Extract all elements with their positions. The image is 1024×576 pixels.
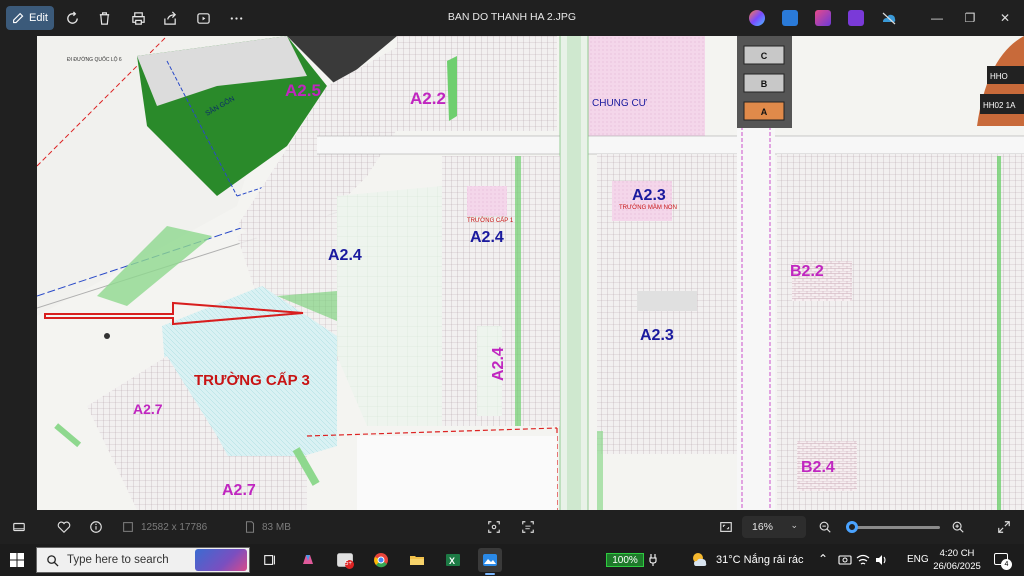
edit-label: Edit — [29, 12, 48, 24]
high-school-label: TRƯỜNG CẤP 3 — [194, 371, 310, 389]
clock[interactable]: 4:20 CH 26/06/2025 — [932, 547, 982, 573]
zone-a23-mid: A2.3 — [640, 327, 674, 344]
visual-search-icon[interactable] — [486, 519, 502, 535]
windows-start-icon[interactable] — [10, 553, 24, 567]
map-image: SÂN GÔN ĐI ĐƯỜNG QUỐC LỘ 6 C B A HH02 1A… — [37, 36, 1024, 510]
weather-text[interactable]: 31°C Nắng rải rác — [716, 554, 804, 566]
active-indicator — [485, 573, 495, 575]
zoom-slider-thumb[interactable] — [845, 521, 858, 533]
rotate-icon[interactable] — [63, 9, 81, 27]
slideshow-icon[interactable] — [194, 9, 212, 27]
file-explorer-icon[interactable] — [405, 548, 429, 572]
chevron-down-icon: ⌄ — [790, 520, 798, 530]
print-icon[interactable] — [129, 9, 147, 27]
favorite-icon[interactable] — [56, 519, 72, 535]
block-a-label: A — [761, 107, 768, 117]
copilot-icon[interactable] — [749, 10, 765, 26]
weather-icon[interactable] — [690, 550, 710, 570]
designer-icon[interactable] — [782, 10, 798, 26]
zone-a23-top: A2.3 — [632, 187, 666, 204]
photos-app-window: Edit BAN DO THANH HA 2.JPG — ❐ ✕ SÂN GÔN… — [0, 0, 1024, 544]
svg-text:X: X — [449, 556, 455, 566]
task-view-icon[interactable] — [258, 548, 282, 572]
chrome-icon[interactable] — [369, 548, 393, 572]
clock-date: 26/06/2025 — [933, 561, 981, 572]
minimize-icon[interactable]: — — [929, 10, 945, 26]
fullscreen-icon[interactable] — [996, 519, 1012, 535]
info-bar: 12582 x 17786 83 MB 16% ⌄ — [0, 510, 1024, 544]
language-indicator[interactable]: ENG — [907, 554, 929, 565]
file-title: BAN DO THANH HA 2.JPG — [447, 11, 577, 23]
notification-count: 4 — [1001, 559, 1012, 570]
onedrive-icon[interactable] — [881, 10, 897, 26]
dimensions-icon — [120, 519, 136, 535]
taskbar: Type here to search 5+ X 100% 31°C Nắng … — [0, 544, 1024, 576]
network-icon[interactable] — [856, 553, 870, 567]
apartment-label: CHUNG CƯ — [592, 98, 648, 109]
volume-icon[interactable] — [874, 553, 888, 567]
kindergarten-label: TRƯỜNG MẦM NON — [619, 204, 677, 211]
hh02-label: HH02 1A — [983, 101, 1016, 110]
close-icon[interactable]: ✕ — [997, 10, 1013, 26]
delete-icon[interactable] — [95, 9, 113, 27]
maximize-icon[interactable]: ❐ — [962, 10, 978, 26]
zone-b22: B2.2 — [790, 263, 824, 280]
zoom-value: 16% — [752, 521, 774, 533]
charging-icon — [648, 553, 658, 567]
clipchamp-icon[interactable] — [815, 10, 831, 26]
taskbar-search-box[interactable]: Type here to search — [36, 547, 250, 573]
zone-a25: A2.5 — [285, 81, 321, 100]
zone-a24-mid: A2.4 — [470, 229, 504, 246]
zoom-dropdown[interactable]: 16% ⌄ — [742, 516, 806, 538]
chevron-up-icon[interactable]: ⌃ — [818, 552, 828, 566]
fit-to-window-icon[interactable] — [718, 519, 734, 535]
search-highlight-image — [195, 549, 247, 571]
photos-taskbar-icon[interactable] — [478, 548, 502, 575]
image-viewer[interactable]: SÂN GÔN ĐI ĐƯỜNG QUỐC LỘ 6 C B A HH02 1A… — [37, 36, 1024, 510]
battery-indicator[interactable]: 100% — [606, 553, 644, 567]
top-toolbar: Edit BAN DO THANH HA 2.JPG — ❐ ✕ — [0, 0, 1024, 36]
zoom-out-icon[interactable] — [817, 519, 833, 535]
zoom-slider[interactable] — [848, 526, 940, 529]
hho-label: HHO — [990, 72, 1008, 81]
battery-percent: 100% — [612, 554, 638, 566]
search-placeholder: Type here to search — [67, 554, 169, 566]
filmstrip-icon[interactable] — [11, 519, 27, 535]
meet-now-icon[interactable] — [838, 553, 852, 567]
primary-school-label: TRƯỜNG CẤP 1 — [467, 217, 514, 224]
zone-a27-left: A2.7 — [133, 401, 163, 417]
text-scan-icon[interactable] — [520, 519, 536, 535]
info-icon[interactable] — [88, 519, 104, 535]
block-c-label: C — [761, 51, 768, 61]
copilot-taskbar-icon[interactable] — [296, 548, 320, 572]
zone-a24-left: A2.4 — [328, 247, 362, 264]
zone-b24: B2.4 — [801, 459, 835, 476]
left-margin — [0, 36, 37, 510]
road-label: ĐI ĐƯỜNG QUỐC LỘ 6 — [67, 56, 122, 63]
file-size: 83 MB — [262, 522, 291, 533]
edit-icon — [13, 12, 24, 23]
excel-icon[interactable]: X — [441, 548, 465, 572]
mail-app-icon[interactable]: 5+ — [333, 548, 357, 572]
share-icon[interactable] — [161, 9, 179, 27]
zone-a27-bottom: A2.7 — [222, 482, 256, 499]
more-icon[interactable] — [227, 9, 245, 27]
clock-time: 4:20 CH — [939, 548, 975, 559]
mail-badge: 5+ — [345, 561, 352, 567]
search-icon — [47, 555, 59, 567]
zone-a22: A2.2 — [410, 89, 446, 108]
edit-button[interactable]: Edit — [6, 6, 54, 30]
zoom-in-icon[interactable] — [950, 519, 966, 535]
zone-a24-vertical: A2.4 — [490, 347, 507, 381]
photos-extra-icon[interactable] — [848, 10, 864, 26]
image-dimensions: 12582 x 17786 — [141, 522, 208, 533]
filesize-icon — [242, 519, 258, 535]
block-b-label: B — [761, 79, 768, 89]
